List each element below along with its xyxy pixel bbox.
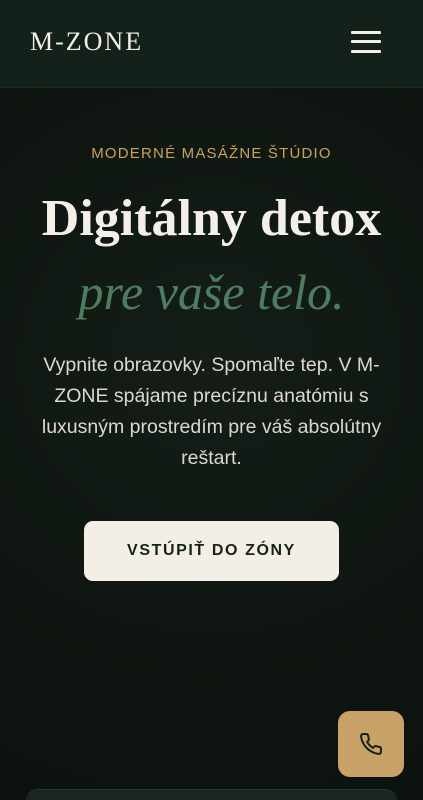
site-header: M-ZONE <box>0 0 423 88</box>
menu-line <box>351 31 381 34</box>
hero-lead-text: Vypnite obrazovky. Spomaľte tep. V M-ZON… <box>41 354 382 469</box>
next-section-card-edge <box>26 789 397 800</box>
logo[interactable]: M-ZONE <box>30 26 143 58</box>
hero-eyebrow: MODERNÉ MASÁŽNE ŠTÚDIO <box>91 145 332 162</box>
hero-headline-accent: pre vaše telo. <box>78 264 345 320</box>
menu-line <box>351 40 381 43</box>
call-button[interactable] <box>338 711 404 777</box>
hamburger-menu-icon[interactable] <box>351 30 381 54</box>
hero-headline: Digitálny detox <box>41 190 382 247</box>
phone-icon <box>360 732 383 755</box>
enter-zone-button[interactable]: VSTÚPIŤ DO ZÓNY <box>84 521 339 581</box>
menu-line <box>351 50 381 53</box>
